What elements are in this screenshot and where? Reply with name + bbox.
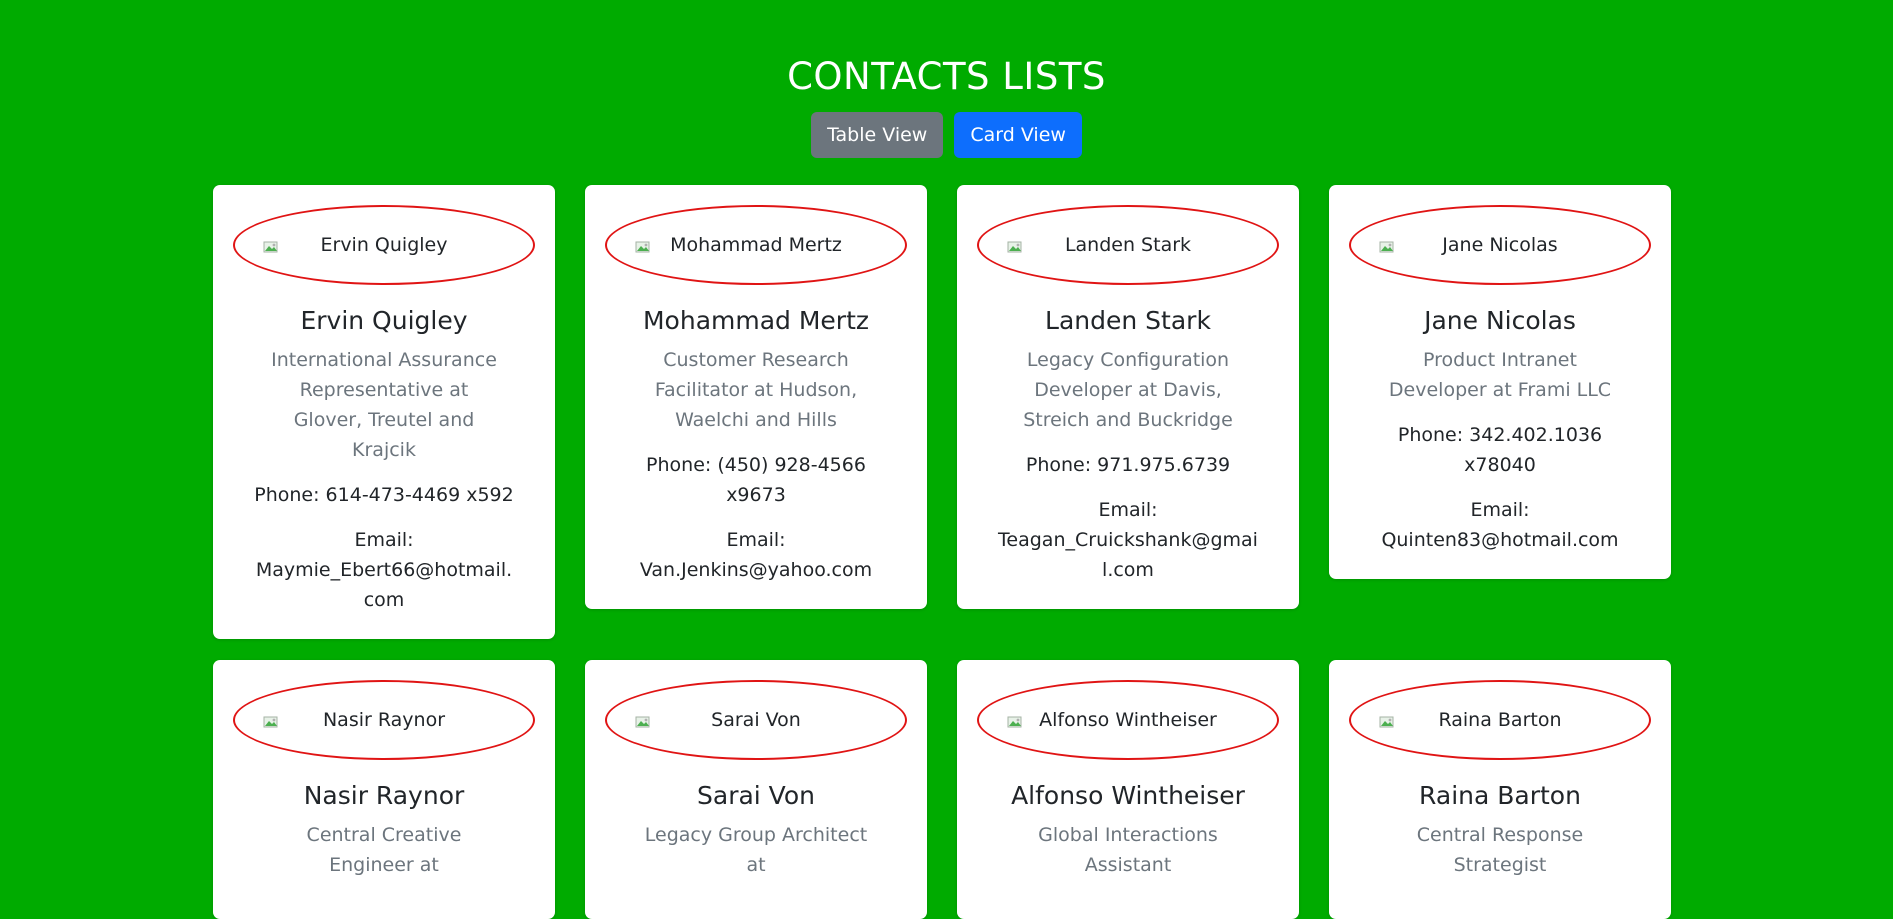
- avatar: Alfonso Wintheiser: [977, 680, 1279, 760]
- contacts-grid: Ervin Quigley Ervin Quigley Internationa…: [213, 185, 1673, 919]
- contact-name: Nasir Raynor: [303, 781, 465, 810]
- contact-name: Jane Nicolas: [1424, 306, 1576, 335]
- email-label: Email:: [1098, 499, 1158, 521]
- avatar-alt-text: Sarai Von: [711, 709, 801, 731]
- contact-email: Email: Teagan_Cruickshank@gmail.com: [997, 495, 1259, 585]
- email-label: Email:: [354, 529, 414, 551]
- avatar: Jane Nicolas: [1349, 205, 1651, 285]
- broken-image-icon: [263, 238, 281, 253]
- table-view-button[interactable]: Table View: [811, 112, 944, 158]
- broken-image-icon: [635, 238, 653, 253]
- contact-phone: Phone: (450) 928-4566 x9673: [646, 454, 866, 506]
- avatar-alt-text: Alfonso Wintheiser: [1039, 709, 1217, 731]
- view-toggle: Table View Card View: [0, 112, 1893, 158]
- avatar: Nasir Raynor: [233, 680, 535, 760]
- contact-name: Alfonso Wintheiser: [1011, 781, 1245, 810]
- contact-name: Ervin Quigley: [300, 306, 468, 335]
- contact-role: Central Response Strategist: [1416, 824, 1584, 876]
- contact-name: Sarai Von: [697, 781, 815, 810]
- avatar-alt-text: Mohammad Mertz: [670, 234, 842, 256]
- broken-image-icon: [1379, 238, 1397, 253]
- contact-card: Jane Nicolas Jane Nicolas Product Intran…: [1329, 185, 1671, 579]
- contact-name: Raina Barton: [1419, 781, 1581, 810]
- email-address: Teagan_Cruickshank@gmail.com: [998, 529, 1258, 581]
- contact-email: Email: Van.Jenkins@yahoo.com: [625, 525, 887, 585]
- contact-card: Raina Barton Raina Barton Central Respon…: [1329, 660, 1671, 919]
- contact-card: Mohammad Mertz Mohammad Mertz Customer R…: [585, 185, 927, 609]
- broken-image-icon: [1379, 713, 1397, 728]
- avatar: Sarai Von: [605, 680, 907, 760]
- contact-phone: Phone: 614-473-4469 x592: [254, 484, 514, 506]
- contact-card: Nasir Raynor Nasir Raynor Central Creati…: [213, 660, 555, 919]
- email-address: Van.Jenkins@yahoo.com: [639, 559, 873, 581]
- contact-role: International Assurance Representative a…: [271, 349, 497, 461]
- avatar: Ervin Quigley: [233, 205, 535, 285]
- page-title: CONTACTS LISTS: [787, 55, 1106, 98]
- contact-card: Landen Stark Landen Stark Legacy Configu…: [957, 185, 1299, 609]
- broken-image-icon: [1007, 713, 1025, 728]
- contact-phone: Phone: 971.975.6739: [1025, 454, 1231, 476]
- card-view-button[interactable]: Card View: [954, 112, 1082, 158]
- avatar-alt-text: Landen Stark: [1064, 234, 1192, 256]
- contact-name: Landen Stark: [1045, 306, 1211, 335]
- contact-role: Customer Research Facilitator at Hudson,…: [654, 349, 858, 431]
- contact-email: Email: Maymie_Ebert66@hotmail.com: [253, 525, 515, 615]
- avatar-alt-text: Raina Barton: [1438, 709, 1562, 731]
- contact-role: Product Intranet Developer at Frami LLC: [1388, 349, 1612, 401]
- broken-image-icon: [1007, 238, 1025, 253]
- broken-image-icon: [635, 713, 653, 728]
- avatar: Mohammad Mertz: [605, 205, 907, 285]
- email-label: Email:: [1470, 499, 1530, 521]
- contact-phone: Phone: 342.402.1036 x78040: [1397, 424, 1603, 476]
- contact-name: Mohammad Mertz: [642, 306, 870, 335]
- broken-image-icon: [263, 713, 281, 728]
- contact-role: Legacy Group Architect at: [644, 824, 868, 876]
- avatar: Landen Stark: [977, 205, 1279, 285]
- email-address: Quinten83@hotmail.com: [1381, 529, 1619, 551]
- email-label: Email:: [726, 529, 786, 551]
- contact-card: Ervin Quigley Ervin Quigley Internationa…: [213, 185, 555, 639]
- contact-email: Email: Quinten83@hotmail.com: [1369, 495, 1631, 555]
- contact-role: Legacy Configuration Developer at Davis,…: [1023, 349, 1233, 431]
- contact-role: Central Creative Engineer at: [306, 824, 462, 876]
- avatar-alt-text: Jane Nicolas: [1442, 234, 1558, 256]
- avatar-alt-text: Ervin Quigley: [320, 234, 448, 256]
- contact-role: Global Interactions Assistant: [1038, 824, 1218, 876]
- contact-card: Alfonso Wintheiser Alfonso Wintheiser Gl…: [957, 660, 1299, 919]
- email-address: Maymie_Ebert66@hotmail.com: [255, 559, 513, 611]
- avatar: Raina Barton: [1349, 680, 1651, 760]
- contact-card: Sarai Von Sarai Von Legacy Group Archite…: [585, 660, 927, 919]
- avatar-alt-text: Nasir Raynor: [322, 709, 446, 731]
